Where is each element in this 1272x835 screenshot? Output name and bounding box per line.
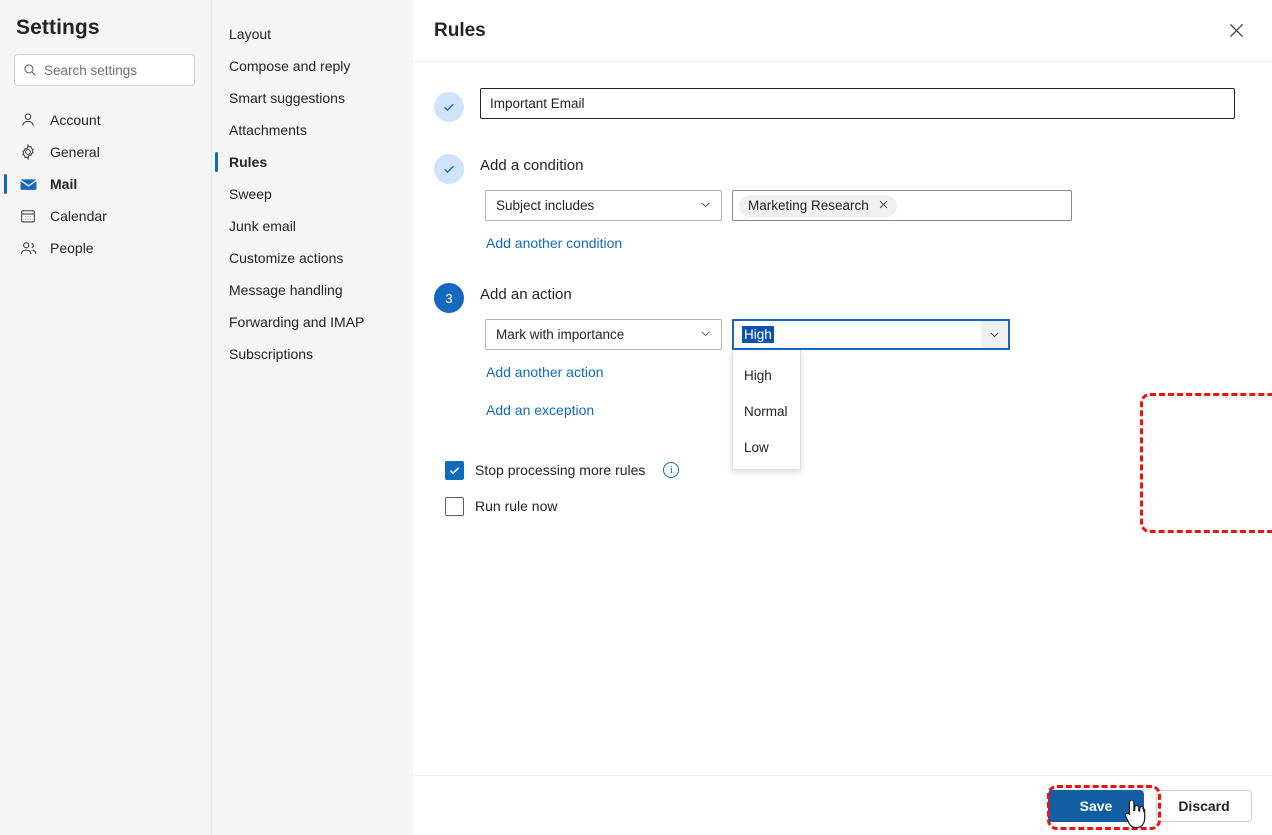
option-label: Low: [744, 439, 769, 455]
subnav-item-attachments[interactable]: Attachments: [212, 114, 413, 146]
action-type-select[interactable]: Mark with importance: [485, 319, 722, 350]
settings-window: Settings Account: [0, 0, 1272, 835]
calendar-icon: [18, 206, 38, 226]
run-rule-now-row: Run rule now: [445, 495, 1252, 517]
subnav-item-rules[interactable]: Rules: [212, 146, 413, 178]
sidebar-item-calendar[interactable]: Calendar: [0, 200, 211, 232]
info-icon[interactable]: i: [663, 462, 680, 478]
rules-footer: Save Discard: [413, 775, 1272, 835]
rules-panel-header: Rules: [413, 0, 1272, 62]
subnav-item-smart-suggestions[interactable]: Smart suggestions: [212, 82, 413, 114]
importance-selected-value: High: [742, 326, 774, 343]
stop-processing-row: Stop processing more rules i: [445, 459, 1252, 481]
mail-settings-subnav: Layout Compose and reply Smart suggestio…: [212, 0, 413, 835]
subnav-item-junk-email[interactable]: Junk email: [212, 210, 413, 242]
sidebar-item-label: General: [50, 144, 100, 160]
people-icon: [18, 238, 38, 258]
run-rule-now-checkbox[interactable]: [445, 496, 464, 516]
subnav-item-forwarding-and-imap[interactable]: Forwarding and IMAP: [212, 306, 413, 338]
condition-value-field[interactable]: Marketing Research: [732, 190, 1072, 221]
sidebar-item-label: Account: [50, 112, 101, 128]
person-icon: [18, 110, 38, 130]
sidebar-item-label: Mail: [50, 176, 78, 192]
gear-icon: [18, 142, 38, 162]
sidebar-item-label: People: [50, 240, 94, 256]
page-title: Rules: [434, 19, 486, 41]
sidebar-item-mail[interactable]: Mail: [0, 168, 211, 200]
sidebar-item-label: Calendar: [50, 208, 107, 224]
subnav-item-subscriptions[interactable]: Subscriptions: [212, 338, 413, 370]
chevron-down-icon[interactable]: [981, 321, 1008, 348]
condition-row: Subject includes Marketing Research: [480, 190, 1252, 221]
rule-name-input[interactable]: [480, 88, 1235, 119]
importance-option-high[interactable]: High: [733, 357, 800, 393]
add-another-action-link[interactable]: Add another action: [480, 364, 604, 380]
subnav-item-compose-and-reply[interactable]: Compose and reply: [212, 50, 413, 82]
chevron-down-icon: [699, 198, 712, 214]
stop-processing-checkbox[interactable]: [445, 460, 464, 480]
condition-type-value: Subject includes: [496, 198, 595, 213]
step-complete-badge: [434, 92, 464, 122]
option-label: Normal: [744, 403, 788, 419]
action-type-value: Mark with importance: [496, 327, 625, 342]
run-rule-now-label: Run rule now: [475, 498, 558, 514]
subnav-item-message-handling[interactable]: Message handling: [212, 274, 413, 306]
importance-option-low[interactable]: Low: [733, 429, 800, 465]
action-row: Mark with importance High High Normal Lo…: [480, 319, 1252, 470]
subnav-item-label: Forwarding and IMAP: [229, 314, 365, 330]
subnav-item-label: Rules: [229, 154, 268, 170]
discard-button[interactable]: Discard: [1156, 789, 1252, 822]
settings-nav-list: Account General Mail Calendar People: [0, 104, 211, 264]
envelope-icon: [18, 174, 38, 194]
subnav-item-label: Customize actions: [229, 250, 344, 266]
search-icon: [23, 63, 37, 77]
subnav-item-label: Compose and reply: [229, 58, 351, 74]
subnav-item-label: Sweep: [229, 186, 272, 202]
add-action-step: 3 Add an action Mark with importance Hig…: [434, 279, 1252, 470]
importance-option-normal[interactable]: Normal: [733, 393, 800, 429]
close-icon[interactable]: [878, 199, 889, 212]
subnav-item-layout[interactable]: Layout: [212, 18, 413, 50]
add-action-label: Add an action: [480, 286, 572, 303]
add-another-condition-link[interactable]: Add another condition: [480, 235, 622, 251]
search-input[interactable]: [44, 62, 186, 78]
settings-sidebar: Settings Account: [0, 0, 212, 835]
sidebar-item-people[interactable]: People: [0, 232, 211, 264]
close-icon[interactable]: [1220, 15, 1252, 47]
subnav-item-label: Smart suggestions: [229, 90, 345, 106]
condition-chip-label: Marketing Research: [748, 198, 869, 213]
subnav-item-sweep[interactable]: Sweep: [212, 178, 413, 210]
step-number-badge: 3: [434, 283, 464, 313]
save-button[interactable]: Save: [1048, 789, 1144, 822]
step-complete-badge: [434, 154, 464, 184]
info-glyph: i: [669, 464, 673, 476]
condition-type-select[interactable]: Subject includes: [485, 190, 722, 221]
add-condition-step: Add a condition Subject includes Marketi…: [434, 150, 1252, 253]
settings-title: Settings: [16, 16, 100, 39]
condition-chip[interactable]: Marketing Research: [739, 194, 897, 217]
stop-processing-label: Stop processing more rules: [475, 462, 646, 478]
subnav-item-label: Subscriptions: [229, 346, 314, 362]
sidebar-item-general[interactable]: General: [0, 136, 211, 168]
subnav-item-label: Message handling: [229, 282, 343, 298]
subnav-item-customize-actions[interactable]: Customize actions: [212, 242, 413, 274]
rules-panel: Rules Important Email Add a condition Su…: [413, 0, 1272, 835]
chevron-down-icon: [699, 327, 712, 343]
subnav-item-label: Junk email: [229, 218, 296, 234]
subnav-item-label: Attachments: [229, 122, 307, 138]
search-settings-box[interactable]: [14, 54, 195, 86]
option-label: High: [744, 367, 772, 383]
importance-dropdown: High High Normal Low: [732, 319, 1010, 470]
add-an-exception-link[interactable]: Add an exception: [480, 402, 594, 418]
importance-listbox[interactable]: High Normal Low: [732, 350, 801, 470]
rule-name-step: [434, 88, 1252, 122]
rules-form: Add a condition Subject includes: [413, 62, 1272, 775]
add-condition-label: Add a condition: [480, 157, 584, 174]
subnav-item-label: Layout: [229, 26, 272, 42]
sidebar-item-account[interactable]: Account: [0, 104, 211, 136]
importance-select[interactable]: High: [732, 319, 1010, 350]
rule-options: Stop processing more rules i Run rule no…: [434, 459, 1252, 517]
